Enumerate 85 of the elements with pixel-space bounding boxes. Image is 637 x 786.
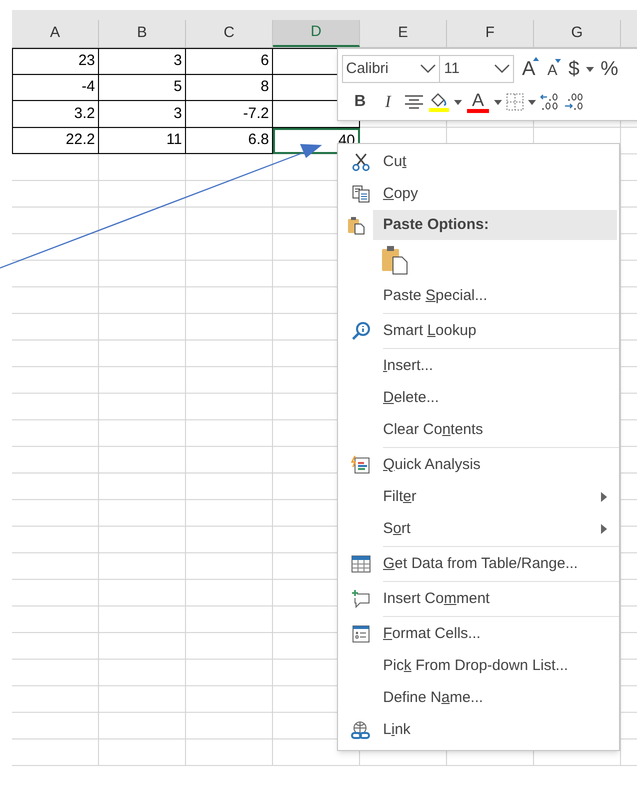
column-header[interactable]: E bbox=[360, 20, 447, 47]
column-header[interactable]: D bbox=[273, 20, 360, 47]
menu-item-label: Pick From Drop-down List... bbox=[383, 656, 568, 676]
quick-analysis-icon bbox=[350, 455, 370, 475]
menu-item-label: Format Cells... bbox=[383, 624, 481, 644]
menu-item[interactable]: Clear Contents bbox=[338, 414, 619, 446]
table-cell: -4 bbox=[12, 74, 99, 102]
scissors-icon bbox=[350, 152, 370, 172]
menu-item[interactable]: Delete... bbox=[338, 382, 619, 414]
menu-item-label: Filter bbox=[383, 486, 416, 507]
shrink-font-button[interactable]: A bbox=[543, 56, 562, 82]
copy-icon bbox=[350, 184, 370, 204]
dropdown-caret-icon[interactable] bbox=[586, 66, 594, 72]
menu-item-label: Define Name... bbox=[383, 688, 484, 708]
column-header[interactable]: F bbox=[447, 20, 534, 47]
table-cell: 6.8 bbox=[186, 128, 273, 154]
menu-item-label: Insert... bbox=[383, 356, 434, 376]
table-cell: -7.2 bbox=[186, 101, 273, 128]
decrease-decimal-icon[interactable] bbox=[564, 92, 584, 112]
menu-item-label: Get Data from Table/Range... bbox=[383, 554, 578, 574]
menu-item-label: Insert Comment bbox=[383, 588, 490, 609]
font-name-dropdown[interactable]: Calibri bbox=[342, 55, 440, 83]
column-header[interactable]: A bbox=[12, 20, 99, 47]
bold-button[interactable]: B bbox=[348, 90, 372, 114]
dropdown-caret-icon[interactable] bbox=[454, 100, 462, 104]
increase-decimal-icon[interactable] bbox=[540, 92, 560, 112]
menu-item[interactable]: Sort bbox=[338, 513, 619, 545]
menu-item[interactable]: Define Name... bbox=[338, 682, 619, 714]
menu-item-label: Quick Analysis bbox=[383, 454, 481, 475]
table-cell: 3.2 bbox=[12, 101, 99, 128]
submenu-arrow-icon bbox=[601, 524, 607, 534]
paste-button[interactable] bbox=[380, 243, 410, 277]
menu-item[interactable]: Insert Comment bbox=[338, 583, 619, 615]
menu-item[interactable]: Link bbox=[338, 714, 619, 746]
menu-item[interactable]: Smart Lookup bbox=[338, 315, 619, 347]
dropdown-caret-icon[interactable] bbox=[528, 100, 536, 104]
menu-item-label: Sort bbox=[383, 518, 411, 539]
table-cell: 6 bbox=[186, 48, 273, 75]
menu-item[interactable]: Filter bbox=[338, 481, 619, 513]
search-icon bbox=[350, 321, 370, 341]
align-center-icon[interactable] bbox=[404, 94, 424, 110]
menu-item[interactable]: Pick From Drop-down List... bbox=[338, 650, 619, 682]
menu-item-label: Link bbox=[383, 720, 411, 740]
menu-item[interactable]: Get Data from Table/Range... bbox=[338, 548, 619, 580]
menu-item[interactable]: Format Cells... bbox=[338, 618, 619, 650]
menu-item[interactable]: Insert... bbox=[338, 350, 619, 382]
arrow-down-icon bbox=[555, 58, 562, 63]
column-header[interactable]: B bbox=[99, 20, 186, 47]
chevron-down-icon bbox=[494, 64, 510, 74]
link-icon bbox=[350, 720, 370, 740]
fill-color-icon[interactable] bbox=[428, 91, 450, 113]
grow-font-button[interactable]: A bbox=[518, 54, 540, 84]
comment-icon bbox=[350, 589, 370, 609]
table-cell: 22.2 bbox=[12, 128, 99, 154]
font-size-dropdown[interactable]: 11 bbox=[440, 55, 514, 83]
currency-button[interactable]: $ bbox=[565, 54, 582, 84]
percent-button[interactable]: % bbox=[598, 54, 620, 84]
table-cell: 23 bbox=[12, 48, 99, 75]
clipboard-icon bbox=[381, 245, 409, 275]
menu-item-label: Cut bbox=[383, 152, 406, 172]
table-cell: 3 bbox=[99, 48, 186, 75]
font-color-button[interactable]: A bbox=[466, 91, 490, 113]
menu-item-label: Delete... bbox=[383, 388, 439, 408]
table-icon bbox=[350, 554, 370, 574]
chevron-down-icon bbox=[420, 64, 436, 74]
submenu-arrow-icon bbox=[601, 492, 607, 502]
table-cell: 8 bbox=[186, 74, 273, 102]
arrow-up-icon bbox=[533, 57, 540, 61]
menu-item-label: Smart Lookup bbox=[383, 320, 476, 341]
menu-item-label: Paste Special... bbox=[383, 286, 488, 306]
menu-item-label: Paste Options: bbox=[383, 214, 489, 235]
clipboard-icon bbox=[346, 215, 366, 235]
italic-button[interactable]: I bbox=[376, 89, 400, 115]
table-cell: 3 bbox=[99, 101, 186, 128]
menu-item-label: Copy bbox=[383, 184, 418, 204]
menu-item[interactable]: Paste Special... bbox=[338, 280, 619, 312]
format-cells-icon bbox=[350, 624, 370, 644]
menu-item[interactable]: Copy bbox=[338, 178, 619, 210]
menu-item[interactable]: Quick Analysis bbox=[338, 449, 619, 481]
dropdown-caret-icon[interactable] bbox=[494, 100, 502, 104]
table-cell: 11 bbox=[99, 128, 186, 154]
table-cell: 5 bbox=[99, 74, 186, 102]
column-header[interactable]: G bbox=[534, 20, 621, 47]
borders-icon[interactable] bbox=[506, 93, 524, 111]
menu-item-label: Clear Contents bbox=[383, 420, 484, 440]
